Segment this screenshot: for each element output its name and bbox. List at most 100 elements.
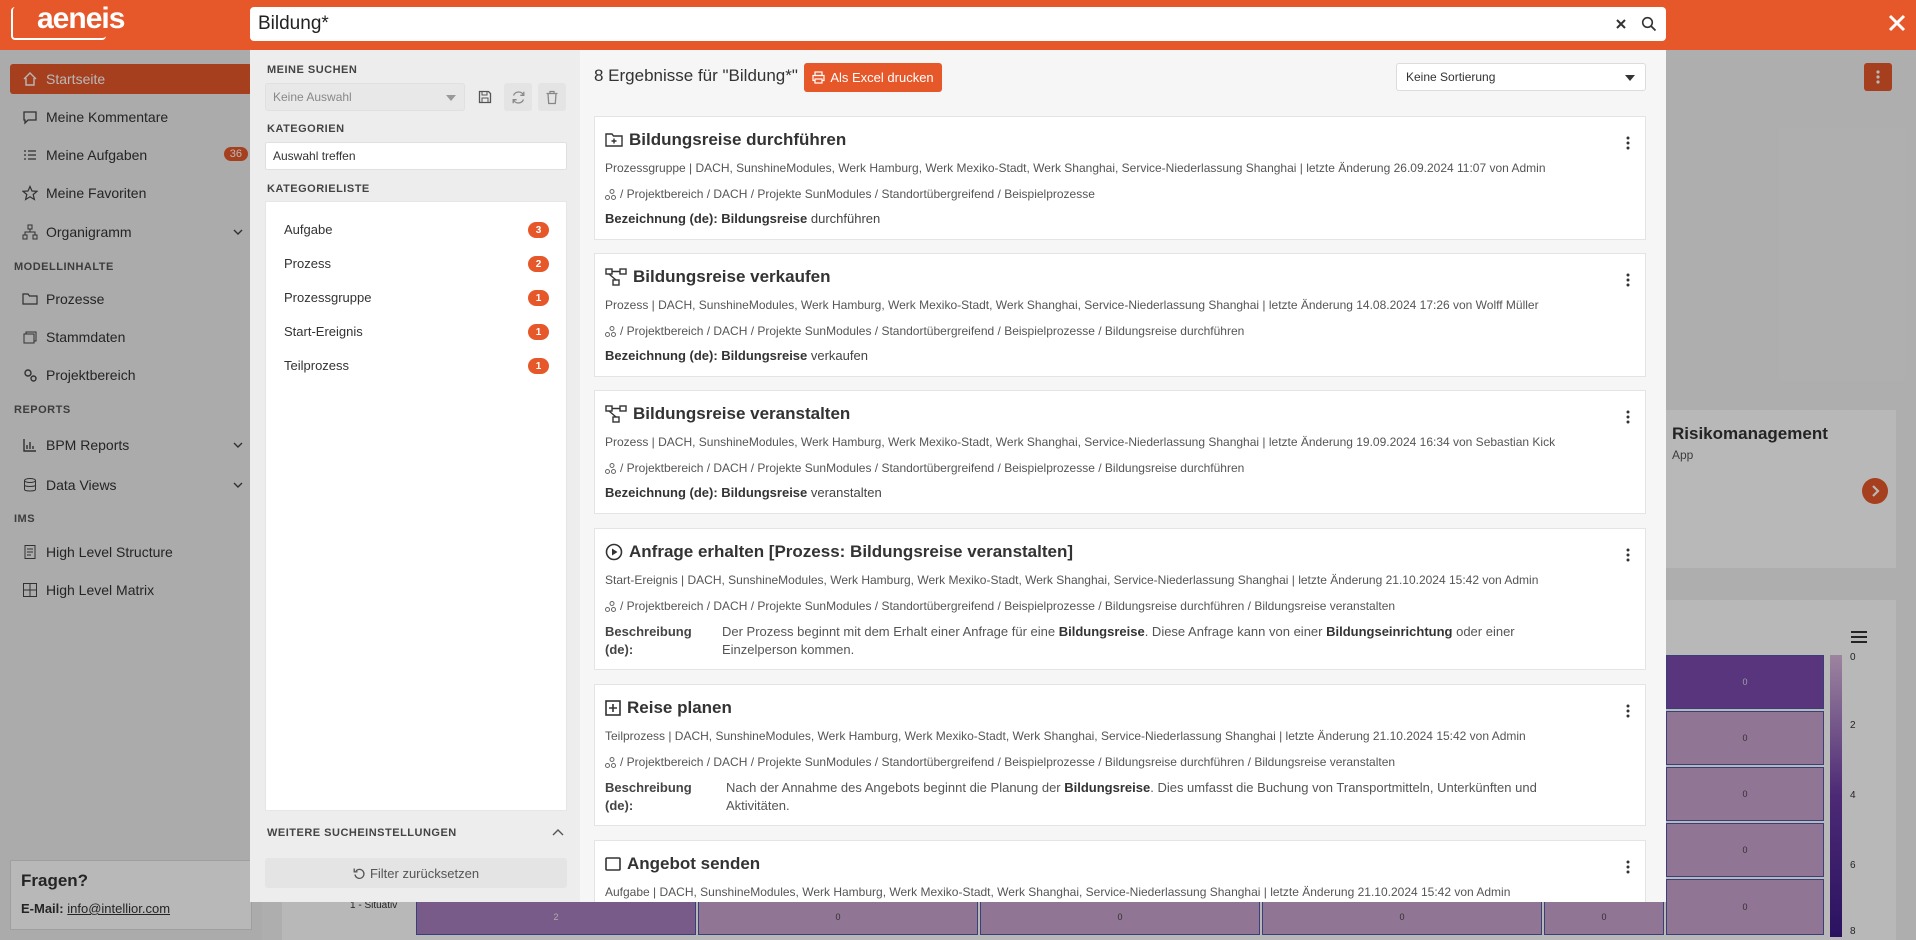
category-list: Aufgabe 3 Prozess 2 Prozessgruppe 1 Star… [265, 201, 567, 811]
result-card[interactable]: Bildungsreise veranstalten Prozess | DAC… [594, 390, 1646, 514]
result-field: Bezeichnung (de): Bildungsreise verkaufe… [605, 348, 868, 363]
result-field: Bezeichnung (de): Bildungsreise veransta… [605, 485, 882, 500]
caret-down-icon [1625, 75, 1635, 81]
result-card[interactable]: Reise planen Teilprozess | DACH, Sunshin… [594, 684, 1646, 826]
result-menu-icon[interactable] [1625, 547, 1631, 563]
result-card[interactable]: Bildungsreise verkaufen Prozess | DACH, … [594, 253, 1646, 377]
task-square-icon [605, 857, 621, 871]
category-count-badge: 1 [528, 290, 549, 306]
search-input[interactable] [258, 7, 1598, 41]
result-meta: Aufgabe | DACH, SunshineModules, Werk Ha… [605, 885, 1511, 899]
result-title-text: Anfrage erhalten [Prozess: Bildungsreise… [629, 542, 1074, 561]
highlight-term: Bildungsreise [1064, 780, 1151, 795]
reset-filter-button[interactable]: Filter zurücksetzen [265, 858, 567, 888]
result-title-text: Angebot senden [627, 854, 761, 873]
result-field: Bezeichnung (de): Bildungsreise durchfüh… [605, 211, 880, 226]
search-box [250, 7, 1666, 41]
field-label: Bezeichnung (de): [605, 348, 718, 363]
description-text: Nach der Annahme des Angebots beginnt di… [726, 779, 1537, 815]
highlight-term: Bildungsreise [721, 211, 808, 226]
result-path[interactable]: / Projektbereich / DACH / Projekte SunMo… [605, 324, 1244, 338]
field-label: Bezeichnung (de): [605, 485, 718, 500]
print-icon [812, 71, 825, 84]
category-label: Teilprozess [284, 357, 350, 373]
top-bar: aeneis [0, 0, 1916, 50]
category-select[interactable]: Auswahl treffen [265, 142, 567, 170]
search-icon[interactable] [1641, 16, 1657, 32]
result-card[interactable]: Anfrage erhalten [Prozess: Bildungsreise… [594, 528, 1646, 670]
result-card[interactable]: Angebot senden Aufgabe | DACH, SunshineM… [594, 840, 1646, 902]
result-path-text: / Projektbereich / DACH / Projekte SunMo… [620, 755, 1396, 769]
category-count-badge: 3 [528, 222, 549, 238]
result-menu-icon[interactable] [1625, 272, 1631, 288]
description-text: Der Prozess beginnt mit dem Erhalt einer… [722, 623, 1515, 659]
category-count-badge: 2 [528, 256, 549, 272]
hierarchy-icon [605, 756, 616, 768]
desc-part: . Dies umfasst die Buchung von Transport… [1150, 780, 1537, 795]
desc-part: . Diese Anfrage kann von einer [1144, 624, 1327, 639]
result-menu-icon[interactable] [1625, 135, 1631, 151]
highlight-term: Bildungsreise [1058, 624, 1145, 639]
process-icon [605, 405, 627, 423]
category-count-badge: 1 [528, 324, 549, 340]
desc-part: oder einer [1452, 624, 1515, 639]
more-search-settings-toggle[interactable]: WEITERE SUCHEINSTELLUNGEN [267, 827, 457, 839]
result-count: 8 Ergebnisse für "Bildung*" [594, 66, 798, 85]
plus-square-icon [605, 700, 621, 716]
excel-export-button[interactable]: Als Excel drucken [804, 63, 942, 92]
category-label: Aufgabe [284, 221, 333, 237]
clear-icon[interactable] [1614, 17, 1628, 31]
refresh-icon [512, 90, 524, 104]
save-icon [478, 90, 492, 104]
result-path[interactable]: / Projektbereich / DACH / Projekte SunMo… [605, 755, 1395, 769]
result-meta: Prozess | DACH, SunshineModules, Werk Ha… [605, 298, 1539, 312]
highlight-term: Bildungsreise [721, 485, 808, 500]
delete-search-button[interactable] [538, 83, 566, 111]
category-item-aufgabe[interactable]: Aufgabe 3 [266, 212, 566, 246]
result-meta: Teilprozess | DACH, SunshineModules, Wer… [605, 729, 1526, 743]
field-rest: verkaufen [807, 348, 868, 363]
result-card[interactable]: Bildungsreise durchführen Prozessgruppe … [594, 116, 1646, 240]
logo-text: aeneis [37, 2, 125, 35]
result-title: Bildungsreise durchführen [605, 130, 846, 150]
result-path[interactable]: / Projektbereich / DACH / Projekte SunMo… [605, 599, 1395, 613]
description-label-line: Beschreibung [605, 780, 692, 795]
caret-down-icon [446, 95, 456, 101]
result-path[interactable]: / Projektbereich / DACH / Projekte SunMo… [605, 461, 1244, 475]
result-title: Anfrage erhalten [Prozess: Bildungsreise… [605, 542, 1073, 562]
description-label-line: (de): [605, 798, 634, 813]
field-rest: veranstalten [807, 485, 882, 500]
result-title: Bildungsreise verkaufen [605, 267, 830, 287]
result-menu-icon[interactable] [1625, 703, 1631, 719]
description-label: Beschreibung (de): [605, 623, 692, 659]
play-circle-icon [605, 543, 623, 561]
saved-search-select[interactable]: Keine Auswahl [265, 83, 465, 111]
desc-part: Der Prozess beginnt mit dem Erhalt einer… [722, 624, 1059, 639]
sort-select[interactable]: Keine Sortierung [1396, 63, 1646, 91]
category-item-teilprozess[interactable]: Teilprozess 1 [266, 348, 566, 382]
results-column: 8 Ergebnisse für "Bildung*" Als Excel dr… [580, 50, 1666, 902]
description-label: Beschreibung (de): [605, 779, 692, 815]
result-menu-icon[interactable] [1625, 409, 1631, 425]
category-label: Prozessgruppe [284, 289, 372, 305]
category-item-start-ereignis[interactable]: Start-Ereignis 1 [266, 314, 566, 348]
saved-searches-heading: MEINE SUCHEN [267, 64, 358, 76]
result-menu-icon[interactable] [1625, 859, 1631, 875]
description-label-line: (de): [605, 642, 634, 657]
category-item-prozessgruppe[interactable]: Prozessgruppe 1 [266, 280, 566, 314]
save-search-button[interactable] [471, 83, 499, 111]
result-path[interactable]: / Projektbereich / DACH / Projekte SunMo… [605, 187, 1095, 201]
trash-icon [546, 90, 558, 104]
hierarchy-icon [605, 325, 616, 337]
close-icon[interactable] [1884, 10, 1910, 36]
category-item-prozess[interactable]: Prozess 2 [266, 246, 566, 280]
refresh-search-button[interactable] [504, 83, 532, 111]
desc-part: Einzelperson kommen. [722, 642, 855, 657]
chevron-up-icon[interactable] [552, 827, 564, 837]
category-count-badge: 1 [528, 358, 549, 374]
categories-heading: KATEGORIEN [267, 123, 345, 135]
hierarchy-icon [605, 600, 616, 612]
result-title-text: Reise planen [627, 698, 732, 717]
hierarchy-icon [605, 188, 616, 200]
desc-part: Aktivitäten. [726, 798, 790, 813]
